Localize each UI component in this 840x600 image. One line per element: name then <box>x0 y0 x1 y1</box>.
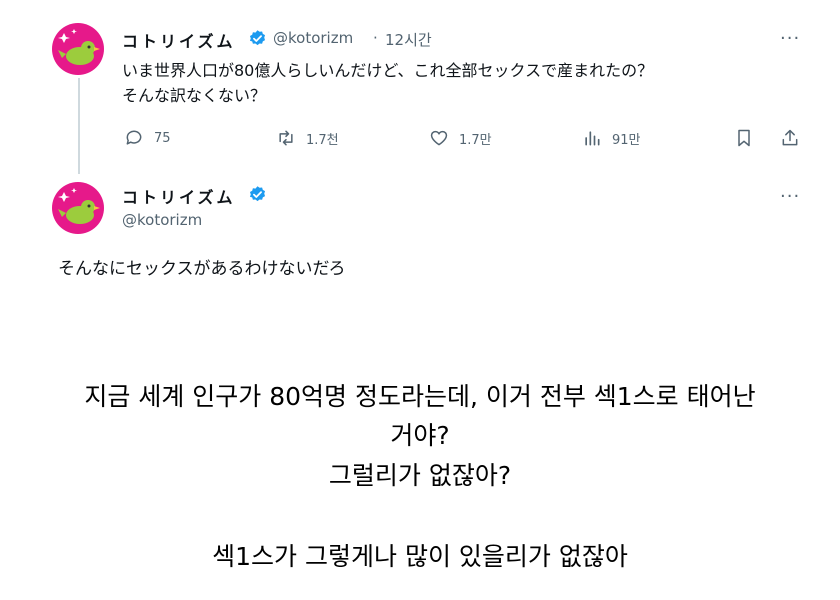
separator-dot: · <box>373 29 378 47</box>
verified-badge-icon <box>249 30 266 46</box>
like-button[interactable]: 1.7만 <box>429 126 492 150</box>
like-count: 1.7만 <box>459 132 492 148</box>
tweet-text-line-1: いま世界人口が80億人らしいんだけど、これ全部セックスで産まれたの？ <box>122 61 654 80</box>
reply-icon <box>126 130 142 145</box>
tweet-thread-screenshot: コトリイズム @kotorizm · 12시간 ··· いま世界人口が80億人ら… <box>0 0 818 288</box>
avatar[interactable] <box>52 23 104 75</box>
timestamp[interactable]: 12시간 <box>385 29 432 50</box>
caption-line-1: 지금 세계 인구가 80억명 정도라는데, 이거 전부 섹1스로 태어난 <box>84 382 756 411</box>
retweet-icon <box>279 130 293 146</box>
handle[interactable]: @kotorizm <box>273 29 353 47</box>
retweet-count: 1.7천 <box>306 132 339 148</box>
bird-logo-icon <box>58 188 100 224</box>
thread-connector-line <box>78 78 80 174</box>
caption-line-3: 그럴리가 없잖아? <box>328 461 512 490</box>
views-count: 91만 <box>612 132 641 148</box>
more-options-icon[interactable]: ··· <box>780 188 800 206</box>
reply-count: 75 <box>154 130 171 146</box>
bookmark-button[interactable] <box>734 126 754 150</box>
share-icon <box>782 129 798 146</box>
tweet-text: そんなにセックスがあるわけないだろ <box>58 259 346 279</box>
display-name[interactable]: コトリイズム <box>122 184 236 208</box>
bookmark-icon <box>738 129 750 147</box>
reply-button[interactable]: 75 <box>124 126 171 150</box>
heart-icon <box>430 130 448 146</box>
analytics-icon <box>585 131 600 146</box>
verified-badge-icon <box>249 186 266 202</box>
tweet-text-line-2: そんな訳なくない？ <box>122 86 267 105</box>
caption-line-2: 거야? <box>390 421 450 450</box>
retweet-button[interactable]: 1.7천 <box>276 126 339 150</box>
views-button[interactable]: 91만 <box>582 126 641 150</box>
display-name[interactable]: コトリイズム <box>122 28 236 52</box>
share-button[interactable] <box>780 126 800 150</box>
avatar[interactable] <box>52 182 104 234</box>
caption-line-4: 섹1스가 그렇게나 많이 있을리가 없잖아 <box>212 542 628 571</box>
bird-logo-icon <box>58 29 100 65</box>
more-options-icon[interactable]: ··· <box>780 30 800 48</box>
handle[interactable]: @kotorizm <box>122 211 202 229</box>
